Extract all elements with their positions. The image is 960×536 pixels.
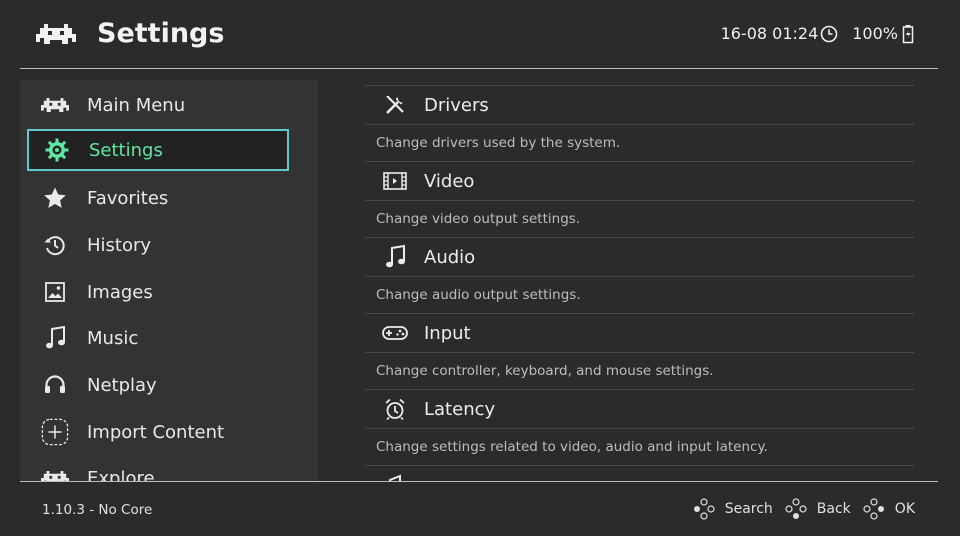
- list-item-drivers[interactable]: Drivers Change drivers used by the syste…: [365, 85, 914, 162]
- header-divider: [20, 68, 938, 69]
- dpad-buttons-icon: [785, 498, 807, 519]
- header: Settings 16-08 01:24 100%: [0, 0, 960, 68]
- entry-label: Input: [424, 322, 471, 344]
- image-icon: [41, 278, 69, 306]
- entry-header: Video: [365, 161, 914, 201]
- invader-icon: [41, 91, 69, 119]
- entry-label: Latency: [424, 398, 496, 420]
- search-hint-label: Search: [724, 501, 773, 517]
- entry-icon: [382, 472, 408, 481]
- sidebar-item-music[interactable]: Music: [27, 317, 289, 359]
- alarm-clock-icon: [382, 396, 408, 422]
- entry-description: Change controller, keyboard, and mouse s…: [376, 363, 714, 379]
- sidebar-item-label: Explore: [87, 467, 155, 482]
- datetime-text: 16-08 01:24: [720, 24, 819, 43]
- list-item-video[interactable]: Video Change video output settings.: [365, 161, 914, 238]
- version-text: 1.10.3 - No Core: [42, 502, 153, 518]
- status-bar: 16-08 01:24 100%: [721, 20, 914, 48]
- entry-description: Change drivers used by the system.: [376, 135, 621, 151]
- entry-label: Drivers: [424, 94, 489, 116]
- search-hint[interactable]: Search: [693, 498, 773, 520]
- entry-header: Input: [365, 313, 914, 353]
- history-icon: [41, 231, 69, 259]
- list-item-latency[interactable]: Latency Change settings related to video…: [365, 389, 914, 466]
- sidebar-item-label: Import Content: [87, 421, 225, 443]
- music-note-icon: [41, 324, 69, 352]
- sidebar-item-label: Netplay: [87, 374, 157, 396]
- back-hint[interactable]: Back: [785, 498, 851, 520]
- dpad-buttons-icon: [863, 498, 884, 520]
- entry-label: Video: [424, 170, 475, 192]
- sidebar-item-label: Favorites: [87, 187, 169, 209]
- entry-header: [365, 465, 914, 481]
- sidebar-item-explore[interactable]: Explore: [27, 457, 289, 481]
- sidebar-item-label: Music: [87, 327, 139, 349]
- list-item-input[interactable]: Input Change controller, keyboard, and m…: [365, 313, 914, 390]
- sidebar-item-history[interactable]: History: [27, 224, 289, 266]
- film-icon: [382, 168, 408, 194]
- sidebar-item-label: History: [87, 234, 152, 256]
- battery-text: 100%: [852, 24, 898, 43]
- retroarch-logo-icon: [36, 24, 76, 44]
- sidebar: Main Menu Settings Favorites History Ima…: [20, 80, 318, 481]
- entry-header: Audio: [365, 237, 914, 277]
- invader-icon: [41, 464, 69, 481]
- entry-description: Change video output settings.: [376, 211, 581, 227]
- sidebar-item-favorites[interactable]: Favorites: [27, 177, 289, 219]
- list-item-partial[interactable]: [365, 465, 914, 481]
- tools-icon: [382, 92, 408, 118]
- entry-header: Drivers: [365, 85, 914, 125]
- ok-hint-label: OK: [894, 501, 915, 517]
- plus-icon: [41, 418, 69, 446]
- list-item-audio[interactable]: Audio Change audio output settings.: [365, 237, 914, 314]
- sidebar-item-images[interactable]: Images: [27, 271, 289, 313]
- sidebar-item-settings[interactable]: Settings: [27, 129, 289, 171]
- button-hints: Search Back OK: [681, 498, 915, 520]
- star-icon: [41, 184, 69, 212]
- clock-icon: [820, 25, 838, 43]
- sidebar-item-label: Main Menu: [87, 94, 186, 116]
- entry-description: Change audio output settings.: [376, 287, 581, 303]
- sidebar-item-label: Images: [87, 281, 153, 303]
- footer-divider: [20, 481, 938, 482]
- sidebar-item-netplay[interactable]: Netplay: [27, 364, 289, 406]
- entry-label: Audio: [424, 246, 476, 268]
- headset-icon: [41, 371, 69, 399]
- music-note-icon: [382, 244, 408, 270]
- dpad-buttons-icon: [693, 498, 715, 520]
- entry-header: Latency: [365, 389, 914, 429]
- gamepad-icon: [382, 320, 408, 346]
- battery-icon: [902, 25, 914, 44]
- sidebar-item-import-content[interactable]: Import Content: [27, 411, 289, 453]
- back-hint-label: Back: [816, 501, 851, 517]
- sidebar-item-label: Settings: [89, 139, 163, 161]
- page-title: Settings: [97, 18, 225, 49]
- settings-list: Drivers Change drivers used by the syste…: [365, 80, 914, 481]
- entry-description: Change settings related to video, audio …: [376, 439, 768, 455]
- sidebar-item-main-menu[interactable]: Main Menu: [27, 84, 289, 126]
- ok-hint[interactable]: OK: [863, 498, 915, 520]
- gear-icon: [43, 136, 71, 164]
